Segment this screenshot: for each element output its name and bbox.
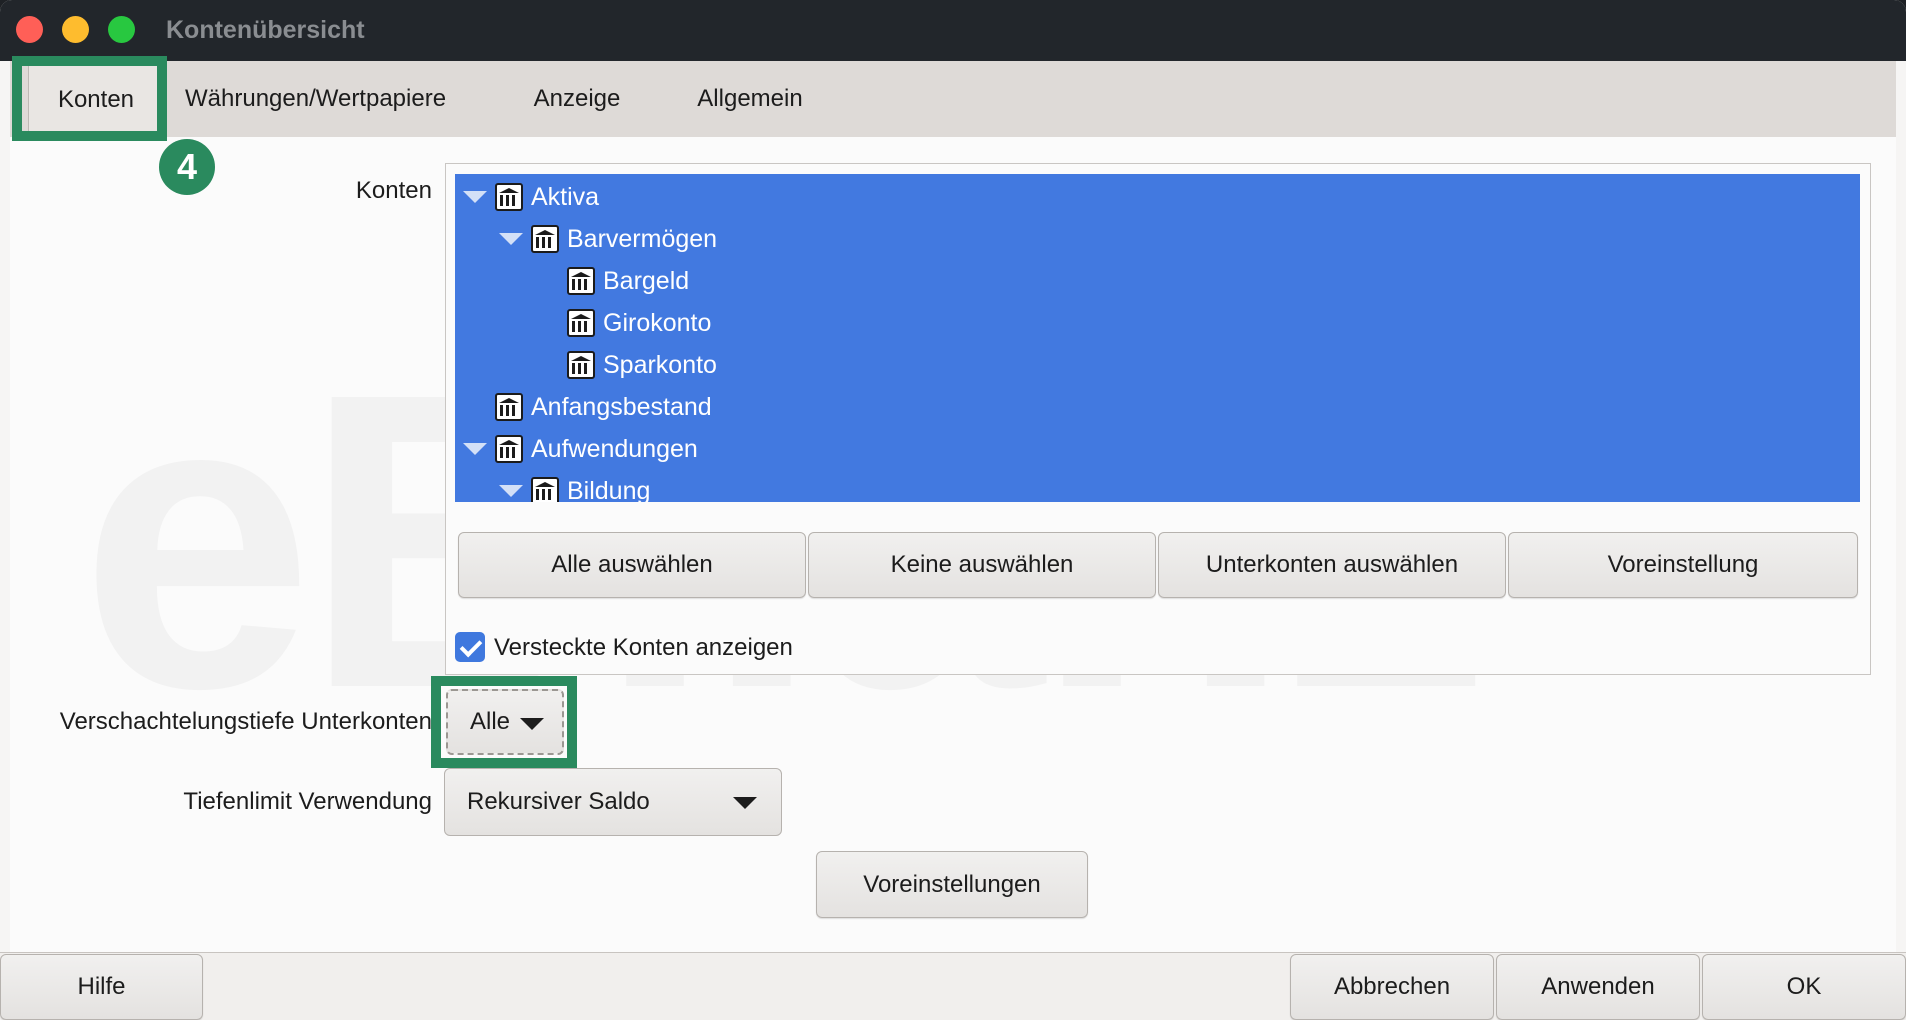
expand-arrow-icon[interactable] [463,191,487,203]
show-hidden-label[interactable]: Versteckte Konten anzeigen [494,634,793,662]
bank-icon [567,351,595,379]
tree-row-label: Girokonto [603,309,712,337]
tree-row-label: Aktiva [531,183,600,211]
tab-anzeige[interactable]: Anzeige [518,61,636,137]
title-bar: Kontenübersicht [0,0,1906,61]
expand-arrow-icon[interactable] [463,443,487,455]
tree-row-label: Aufwendungen [531,435,698,463]
apply-button[interactable]: Anwenden [1496,954,1700,1020]
tree-row-label: Sparkonto [603,351,717,379]
tree-row[interactable]: Bildung [499,470,650,502]
defaults-button[interactable]: Voreinstellungen [816,851,1088,918]
account-tree[interactable]: Aktiva Barvermögen Bargeld Girokonto Spa… [455,174,1860,502]
bank-icon [495,393,523,421]
default-selection-button[interactable]: Voreinstellung [1508,532,1858,598]
select-all-button[interactable]: Alle auswählen [458,532,806,598]
tree-row[interactable]: Sparkonto [567,344,717,386]
help-button[interactable]: Hilfe [0,954,203,1020]
tab-allgemein[interactable]: Allgemein [682,61,818,137]
tab-bar: Konten Währungen/Wertpapiere Anzeige All… [10,61,1896,138]
preferences-window: Kontenübersicht Konten Währungen/Wertpap… [0,0,1906,1020]
cancel-button[interactable]: Abbrechen [1290,954,1494,1020]
select-subaccounts-button[interactable]: Unterkonten auswählen [1158,532,1506,598]
tree-row-label: Anfangsbestand [531,393,712,421]
tree-row-label: Bildung [567,477,651,502]
bank-icon [495,435,523,463]
tab-waehrungen-wertpapiere[interactable]: Währungen/Wertpapiere [185,61,446,137]
bank-icon [567,267,595,295]
step-badge: 4 [159,139,215,195]
bank-icon [567,309,595,337]
tree-row[interactable]: Bargeld [567,260,689,302]
chevron-down-icon [520,718,544,730]
accounts-label: Konten [355,177,432,204]
tree-row[interactable]: Barvermögen [499,218,717,260]
depth-dropdown[interactable]: Alle [446,689,564,755]
select-none-button[interactable]: Keine auswählen [808,532,1156,598]
depth-limit-label: Tiefenlimit Verwendung [183,788,432,815]
depth-label: Verschachtelungstiefe Unterkonten [59,708,432,735]
show-hidden-checkbox[interactable] [455,632,485,662]
zoom-window-button[interactable] [108,16,135,43]
close-window-button[interactable] [16,16,43,43]
tree-row[interactable]: Aufwendungen [463,428,698,470]
tree-row-label: Bargeld [603,267,690,295]
tree-row-label: Barvermögen [567,225,718,253]
ok-button[interactable]: OK [1702,954,1906,1020]
tab-konten[interactable]: Konten [28,61,164,138]
expand-arrow-icon[interactable] [499,485,523,497]
minimize-window-button[interactable] [62,16,89,43]
bank-icon [531,477,559,502]
depth-value: Alle [470,708,511,735]
tree-row[interactable]: Girokonto [567,302,711,344]
depth-limit-value: Rekursiver Saldo [467,788,650,815]
window-title: Kontenübersicht [166,16,365,44]
expand-arrow-icon[interactable] [499,233,523,245]
tree-row[interactable]: Anfangsbestand [495,386,712,428]
depth-limit-dropdown[interactable]: Rekursiver Saldo [444,768,782,836]
bank-icon [531,225,559,253]
chevron-down-icon [733,797,757,809]
tree-row[interactable]: Aktiva [463,176,599,218]
bank-icon [495,183,523,211]
